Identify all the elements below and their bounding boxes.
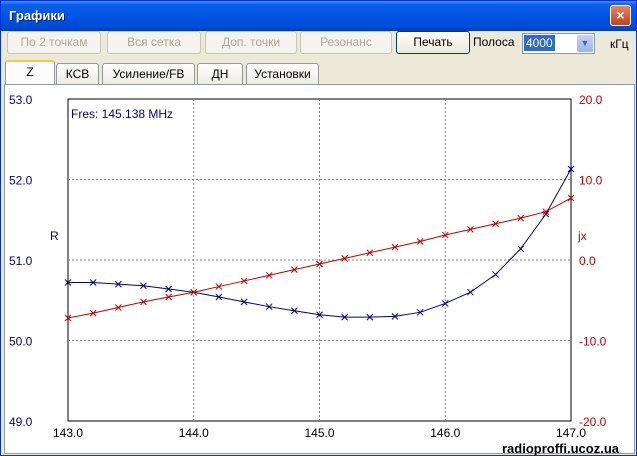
title-bar[interactable]: Графики × [1,1,636,31]
band-select[interactable]: 4000 ▼ [522,33,595,54]
impedance-chart: 143.0 144.0 145.0 146.0 147.053.052.051.050.… [9,93,620,455]
right-tick-label: -20.0 [579,415,607,429]
x-tick-label: 144.0 [179,426,209,440]
x-tick-label: 143.0 [53,426,83,440]
right-tick-label: 0.0 [579,254,596,268]
right-axis-label: jx [577,229,587,243]
close-button[interactable]: × [610,5,631,26]
tab-pattern[interactable]: ДН [197,63,243,84]
right-tick-label: 10.0 [579,174,603,188]
left-tick-label: 51.0 [9,254,33,268]
tab-gain-fb[interactable]: Усиление/FB [102,63,195,84]
chevron-down-icon[interactable]: ▼ [577,35,593,52]
band-label: Полоса [473,35,515,49]
x-tick-label: 146.0 [430,426,460,440]
extra-points-button[interactable]: Доп. точки [205,31,297,54]
resonance-frequency-label: Fres: 145.138 MHz [71,107,173,121]
watermark: radioproffi.ucoz.ua [502,441,620,455]
left-tick-label: 49.0 [9,415,33,429]
chart-panel: 143.0 144.0 145.0 146.0 147.0 53.0 52.0 51.0 50.… [4,84,635,455]
right-tick-label: -10.0 [579,335,607,349]
band-value: 4000 [524,35,555,51]
right-tick-label: 20.0 [579,93,603,107]
two-points-button[interactable]: По 2 точкам [7,31,101,54]
tab-settings[interactable]: Установки [246,63,319,84]
unit-label: кГц [610,37,629,51]
tab-z[interactable]: Z [5,60,55,85]
window-title: Графики [9,8,65,23]
print-button[interactable]: Печать [396,31,470,54]
x-tick-label: 145.0 [304,426,334,440]
left-tick-label: 52.0 [9,174,33,188]
tab-swr[interactable]: КСВ [56,63,99,84]
resonance-button[interactable]: Резонанс [300,31,392,54]
left-tick-label: 53.0 [9,93,33,107]
left-tick-label: 50.0 [9,335,33,349]
left-axis-label: R [50,229,59,243]
full-grid-button[interactable]: Вся сетка [107,31,201,54]
graphs-window: Графики × По 2 точкам Вся сетка Доп. точ… [0,0,637,456]
